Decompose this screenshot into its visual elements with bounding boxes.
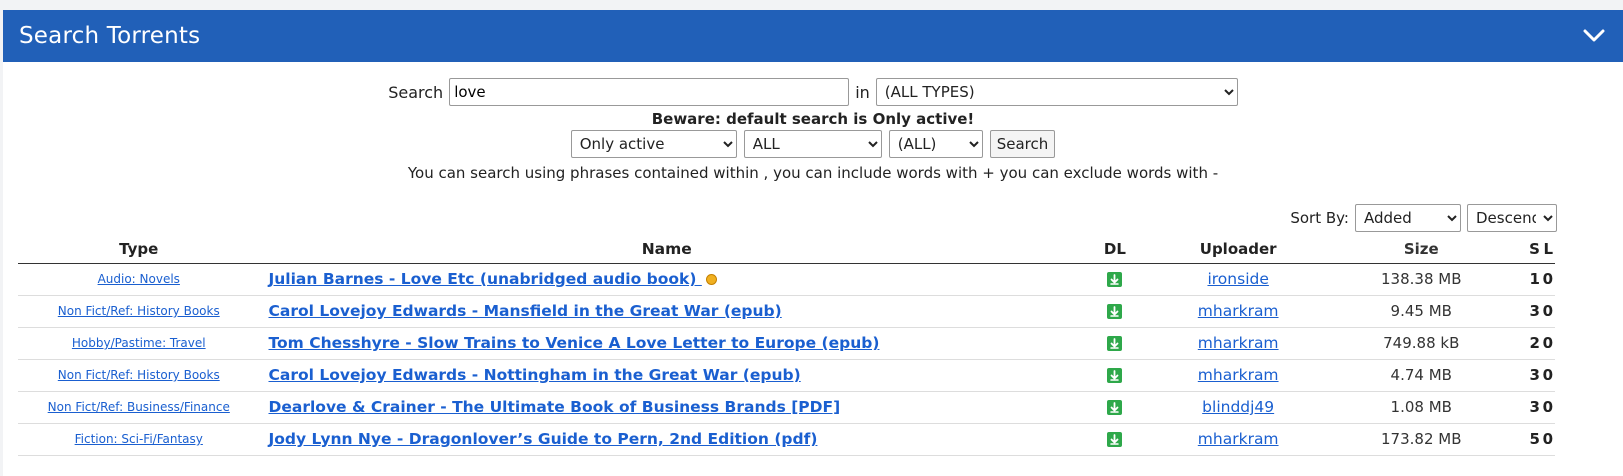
search-input[interactable] xyxy=(449,78,850,106)
torrent-title-link[interactable]: Julian Barnes - Love Etc (unabridged aud… xyxy=(269,270,702,288)
search-form: Search in (ALL TYPES) Beware: default se… xyxy=(3,78,1623,232)
size-cell: 1.08 MB xyxy=(1321,391,1521,424)
search-panel: Search Torrents Search in (ALL TYPES) Be… xyxy=(3,10,1623,476)
torrent-title-link[interactable]: Jody Lynn Nye - Dragonlover’s Guide to P… xyxy=(269,430,818,448)
table-header-row: Type Name DL Uploader Size S L xyxy=(18,236,1555,264)
uploader-link[interactable]: ironside xyxy=(1207,270,1268,288)
seeders-cell: 1 xyxy=(1520,263,1541,296)
sort-field-select[interactable]: Added xyxy=(1355,204,1461,232)
uploader-link[interactable]: mharkram xyxy=(1198,430,1279,448)
category-link[interactable]: Non Fict/Ref: Business/Finance xyxy=(48,400,230,414)
torrent-title-link[interactable]: Dearlove & Crainer - The Ultimate Book o… xyxy=(269,398,841,416)
download-icon[interactable] xyxy=(1107,368,1123,383)
type-select[interactable]: (ALL TYPES) xyxy=(875,78,1238,106)
uploader-link[interactable]: mharkram xyxy=(1198,302,1279,320)
leechers-cell: 0 xyxy=(1540,391,1555,424)
table-row: Audio: Novels Julian Barnes - Love Etc (u… xyxy=(18,263,1555,296)
leechers-cell: 0 xyxy=(1540,295,1555,328)
size-cell: 4.74 MB xyxy=(1321,359,1521,392)
seeders-cell: 3 xyxy=(1520,359,1541,392)
header-size[interactable]: Size xyxy=(1321,236,1521,264)
download-icon[interactable] xyxy=(1107,272,1123,287)
seeders-cell: 3 xyxy=(1520,295,1541,328)
table-row: Non Fict/Ref: History Books Carol Lovejoy… xyxy=(18,359,1555,392)
seeders-cell: 3 xyxy=(1520,391,1541,424)
leechers-cell: 0 xyxy=(1540,327,1555,360)
uploader-link[interactable]: blinddj49 xyxy=(1202,398,1274,416)
panel-header: Search Torrents xyxy=(3,10,1623,62)
category-link[interactable]: Audio: Novels xyxy=(98,272,180,286)
search-warning: Beware: default search is Only active! xyxy=(651,110,975,128)
table-row: Non Fict/Ref: History Books Carol Lovejoy… xyxy=(18,295,1555,328)
leechers-cell: 0 xyxy=(1540,263,1555,296)
language-select[interactable]: (ALL) xyxy=(888,130,983,158)
header-type[interactable]: Type xyxy=(18,236,260,264)
torrent-title-link[interactable]: Carol Lovejoy Edwards - Mansfield in the… xyxy=(269,302,782,320)
header-seeders[interactable]: S xyxy=(1520,236,1541,264)
size-cell: 9.45 MB xyxy=(1321,295,1521,328)
seeders-cell: 2 xyxy=(1520,327,1541,360)
category-link[interactable]: Non Fict/Ref: History Books xyxy=(58,368,220,382)
uploader-link[interactable]: mharkram xyxy=(1198,334,1279,352)
download-icon[interactable] xyxy=(1107,304,1123,319)
header-dl: DL xyxy=(1075,236,1155,264)
sort-controls: Sort By: Added Descend xyxy=(3,204,1557,232)
sort-direction-select[interactable]: Descend xyxy=(1467,204,1557,232)
size-cell: 138.38 MB xyxy=(1321,263,1521,296)
table-row: Hobby/Pastime: Travel Tom Chesshyre - Slo… xyxy=(18,327,1555,360)
search-label: Search xyxy=(388,82,444,102)
download-icon[interactable] xyxy=(1107,400,1123,415)
results-table: Type Name DL Uploader Size S L Audio: No… xyxy=(18,236,1555,456)
collapse-button[interactable] xyxy=(1581,23,1607,49)
category-link[interactable]: Non Fict/Ref: History Books xyxy=(58,304,220,318)
category-link[interactable]: Hobby/Pastime: Travel xyxy=(72,336,206,350)
freeleech-icon xyxy=(705,274,717,285)
torrent-title-link[interactable]: Tom Chesshyre - Slow Trains to Venice A … xyxy=(269,334,880,352)
torrent-title-link[interactable]: Carol Lovejoy Edwards - Nottingham in th… xyxy=(269,366,801,384)
uploader-link[interactable]: mharkram xyxy=(1198,366,1279,384)
size-cell: 173.82 MB xyxy=(1321,423,1521,456)
scope-select[interactable]: ALL xyxy=(743,130,882,158)
search-hint: You can search using phrases contained w… xyxy=(407,164,1219,182)
panel-title: Search Torrents xyxy=(19,23,201,49)
table-row: Fiction: Sci-Fi/Fantasy Jody Lynn Nye - D… xyxy=(18,423,1555,456)
leechers-cell: 0 xyxy=(1540,423,1555,456)
chevron-down-icon xyxy=(1583,29,1605,42)
download-icon[interactable] xyxy=(1107,432,1123,447)
search-button[interactable]: Search xyxy=(989,130,1056,158)
table-row: Non Fict/Ref: Business/Finance Dearlove &… xyxy=(18,391,1555,424)
header-uploader[interactable]: Uploader xyxy=(1154,236,1322,264)
size-cell: 749.88 kB xyxy=(1321,327,1521,360)
header-name[interactable]: Name xyxy=(259,236,1076,264)
download-icon[interactable] xyxy=(1107,336,1123,351)
active-filter-select[interactable]: Only active xyxy=(570,130,737,158)
in-label: in xyxy=(855,82,870,102)
category-link[interactable]: Fiction: Sci-Fi/Fantasy xyxy=(75,432,203,446)
header-leechers[interactable]: L xyxy=(1540,236,1555,264)
seeders-cell: 5 xyxy=(1520,423,1541,456)
leechers-cell: 0 xyxy=(1540,359,1555,392)
sort-label: Sort By: xyxy=(1290,209,1349,227)
